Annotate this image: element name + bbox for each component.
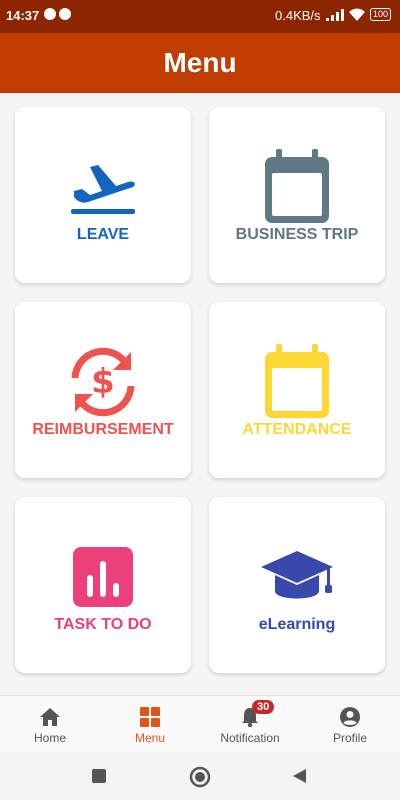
- grid-icon: [140, 707, 160, 727]
- dollar-refresh-icon: $: [71, 347, 135, 417]
- menu-card-reimbursement[interactable]: $ REIMBURSEMENT: [15, 302, 191, 478]
- nav-label: Profile: [332, 731, 367, 745]
- bottom-navigation: Home Menu 30 Notification Profile: [0, 695, 400, 753]
- nav-item-home[interactable]: Home: [0, 696, 100, 754]
- status-bar: 14:37 0.4KB/s 100: [0, 0, 400, 33]
- menu-card-attendance[interactable]: ATTENDANCE: [209, 302, 385, 478]
- page-title: Menu: [163, 47, 237, 78]
- nav-item-notification[interactable]: 30 Notification: [200, 696, 300, 754]
- bar-chart-icon: [73, 547, 133, 607]
- menu-card-leave[interactable]: LEAVE: [15, 107, 191, 283]
- app-notification-icon: [44, 8, 56, 20]
- nav-item-profile[interactable]: Profile: [300, 696, 400, 754]
- home-icon: [40, 708, 60, 726]
- status-notification-icons: [44, 8, 71, 20]
- menu-card-label: LEAVE: [76, 226, 130, 243]
- airplane-takeoff-icon: [71, 165, 135, 214]
- app-header: Menu: [0, 33, 400, 93]
- calendar-icon: [265, 149, 329, 223]
- menu-card-label: REIMBURSEMENT: [32, 421, 174, 438]
- menu-card-task-to-do[interactable]: TASK TO DO: [15, 497, 191, 673]
- signal-icon: [326, 9, 344, 21]
- system-navigation-bar: [0, 753, 400, 800]
- menu-card-label: TASK TO DO: [54, 616, 152, 633]
- back-icon[interactable]: [291, 768, 307, 784]
- app-notification-icon: [59, 8, 71, 20]
- nav-label: Menu: [134, 731, 166, 745]
- nav-label: Home: [33, 731, 66, 745]
- wifi-icon: [349, 8, 365, 21]
- battery-icon: 100: [370, 8, 392, 21]
- nav-label: Notification: [220, 731, 280, 745]
- svg-text:$: $: [91, 362, 115, 402]
- menu-grid: LEAVE BUSINESS TRIP $ REIMBURSEMENT ATTE…: [0, 93, 400, 695]
- graduation-cap-icon: [261, 551, 333, 599]
- status-time: 14:37: [6, 8, 40, 23]
- menu-card-business-trip[interactable]: BUSINESS TRIP: [209, 107, 385, 283]
- notification-count-badge: 30: [252, 700, 275, 714]
- menu-card-label: BUSINESS TRIP: [235, 226, 359, 243]
- recent-apps-icon[interactable]: [91, 768, 107, 784]
- calendar-icon: [265, 344, 329, 418]
- person-icon: [340, 707, 360, 727]
- menu-card-label: ATTENDANCE: [242, 421, 352, 438]
- menu-card-label: eLearning: [258, 616, 336, 633]
- network-speed: 0.4KB/s: [275, 8, 321, 23]
- nav-item-menu[interactable]: Menu: [100, 696, 200, 754]
- system-home-icon[interactable]: [189, 766, 211, 788]
- menu-card-elearning[interactable]: eLearning: [209, 497, 385, 673]
